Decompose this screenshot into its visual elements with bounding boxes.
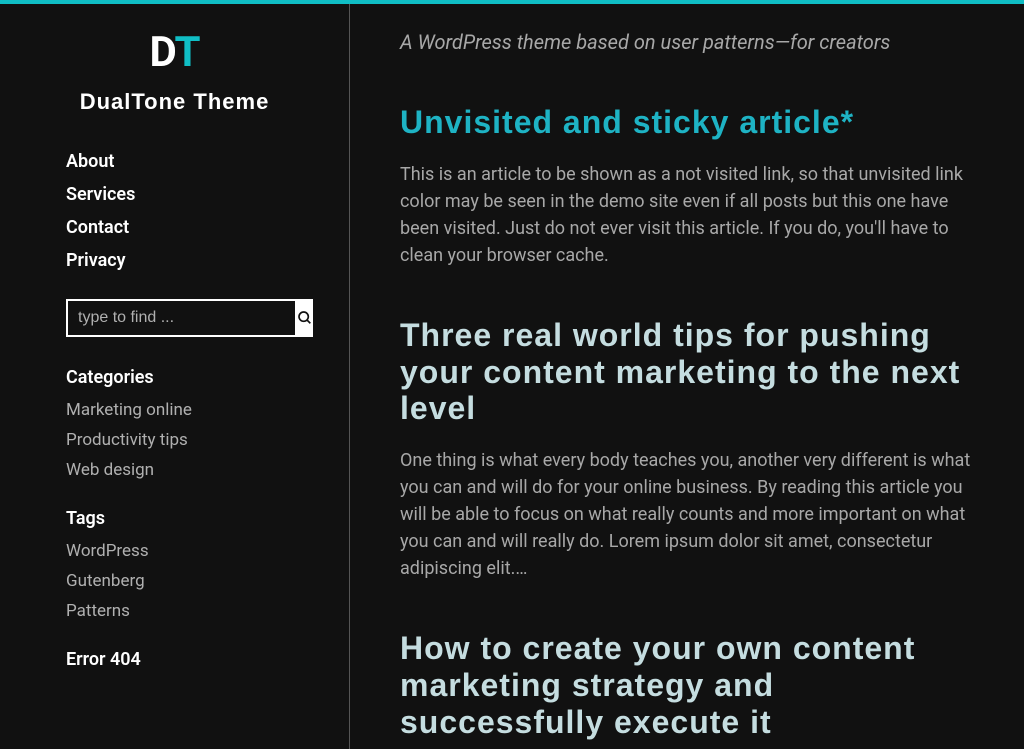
site-logo[interactable]: DT bbox=[66, 28, 349, 77]
sidebar: DT DualTone Theme About Services Contact… bbox=[0, 4, 350, 749]
article-excerpt: One thing is what every body teaches you… bbox=[400, 447, 974, 582]
nav-contact[interactable]: Contact bbox=[66, 217, 129, 238]
logo-letter-d: D bbox=[150, 28, 175, 77]
article-title-link[interactable]: Three real world tips for pushing your c… bbox=[400, 317, 960, 427]
article-item: Three real world tips for pushing your c… bbox=[400, 317, 974, 582]
article-title: Unvisited and sticky article* bbox=[400, 104, 974, 141]
article-item: How to create your own content marketing… bbox=[400, 630, 974, 749]
tags-list: WordPress Gutenberg Patterns bbox=[66, 541, 349, 621]
article-title-link[interactable]: How to create your own content marketing… bbox=[400, 630, 915, 740]
tag-patterns[interactable]: Patterns bbox=[66, 601, 130, 621]
search-form bbox=[66, 299, 300, 337]
error-404-link[interactable]: Error 404 bbox=[66, 649, 141, 670]
category-productivity-tips[interactable]: Productivity tips bbox=[66, 430, 188, 450]
nav-services[interactable]: Services bbox=[66, 184, 135, 205]
site-tagline: A WordPress theme based on user patterns… bbox=[400, 30, 974, 54]
search-input[interactable] bbox=[66, 299, 297, 337]
tags-heading: Tags bbox=[66, 508, 349, 529]
article-item: Unvisited and sticky article* This is an… bbox=[400, 104, 974, 269]
article-title: Three real world tips for pushing your c… bbox=[400, 317, 974, 427]
categories-heading: Categories bbox=[66, 367, 349, 388]
tag-gutenberg[interactable]: Gutenberg bbox=[66, 571, 145, 591]
article-title: How to create your own content marketing… bbox=[400, 630, 974, 740]
category-marketing-online[interactable]: Marketing online bbox=[66, 400, 192, 420]
primary-nav: About Services Contact Privacy bbox=[66, 151, 349, 271]
nav-about[interactable]: About bbox=[66, 151, 114, 172]
article-excerpt: This is an article to be shown as a not … bbox=[400, 161, 974, 269]
main-content: A WordPress theme based on user patterns… bbox=[350, 4, 1024, 749]
logo-letter-t: T bbox=[174, 28, 199, 77]
category-web-design[interactable]: Web design bbox=[66, 460, 154, 480]
categories-list: Marketing online Productivity tips Web d… bbox=[66, 400, 349, 480]
search-button[interactable] bbox=[297, 299, 313, 337]
tag-wordpress[interactable]: WordPress bbox=[66, 541, 149, 561]
article-title-link[interactable]: Unvisited and sticky article* bbox=[400, 104, 854, 140]
nav-privacy[interactable]: Privacy bbox=[66, 250, 126, 271]
page-container: DT DualTone Theme About Services Contact… bbox=[0, 4, 1024, 749]
search-icon bbox=[297, 310, 313, 326]
site-title[interactable]: DualTone Theme bbox=[66, 89, 349, 115]
